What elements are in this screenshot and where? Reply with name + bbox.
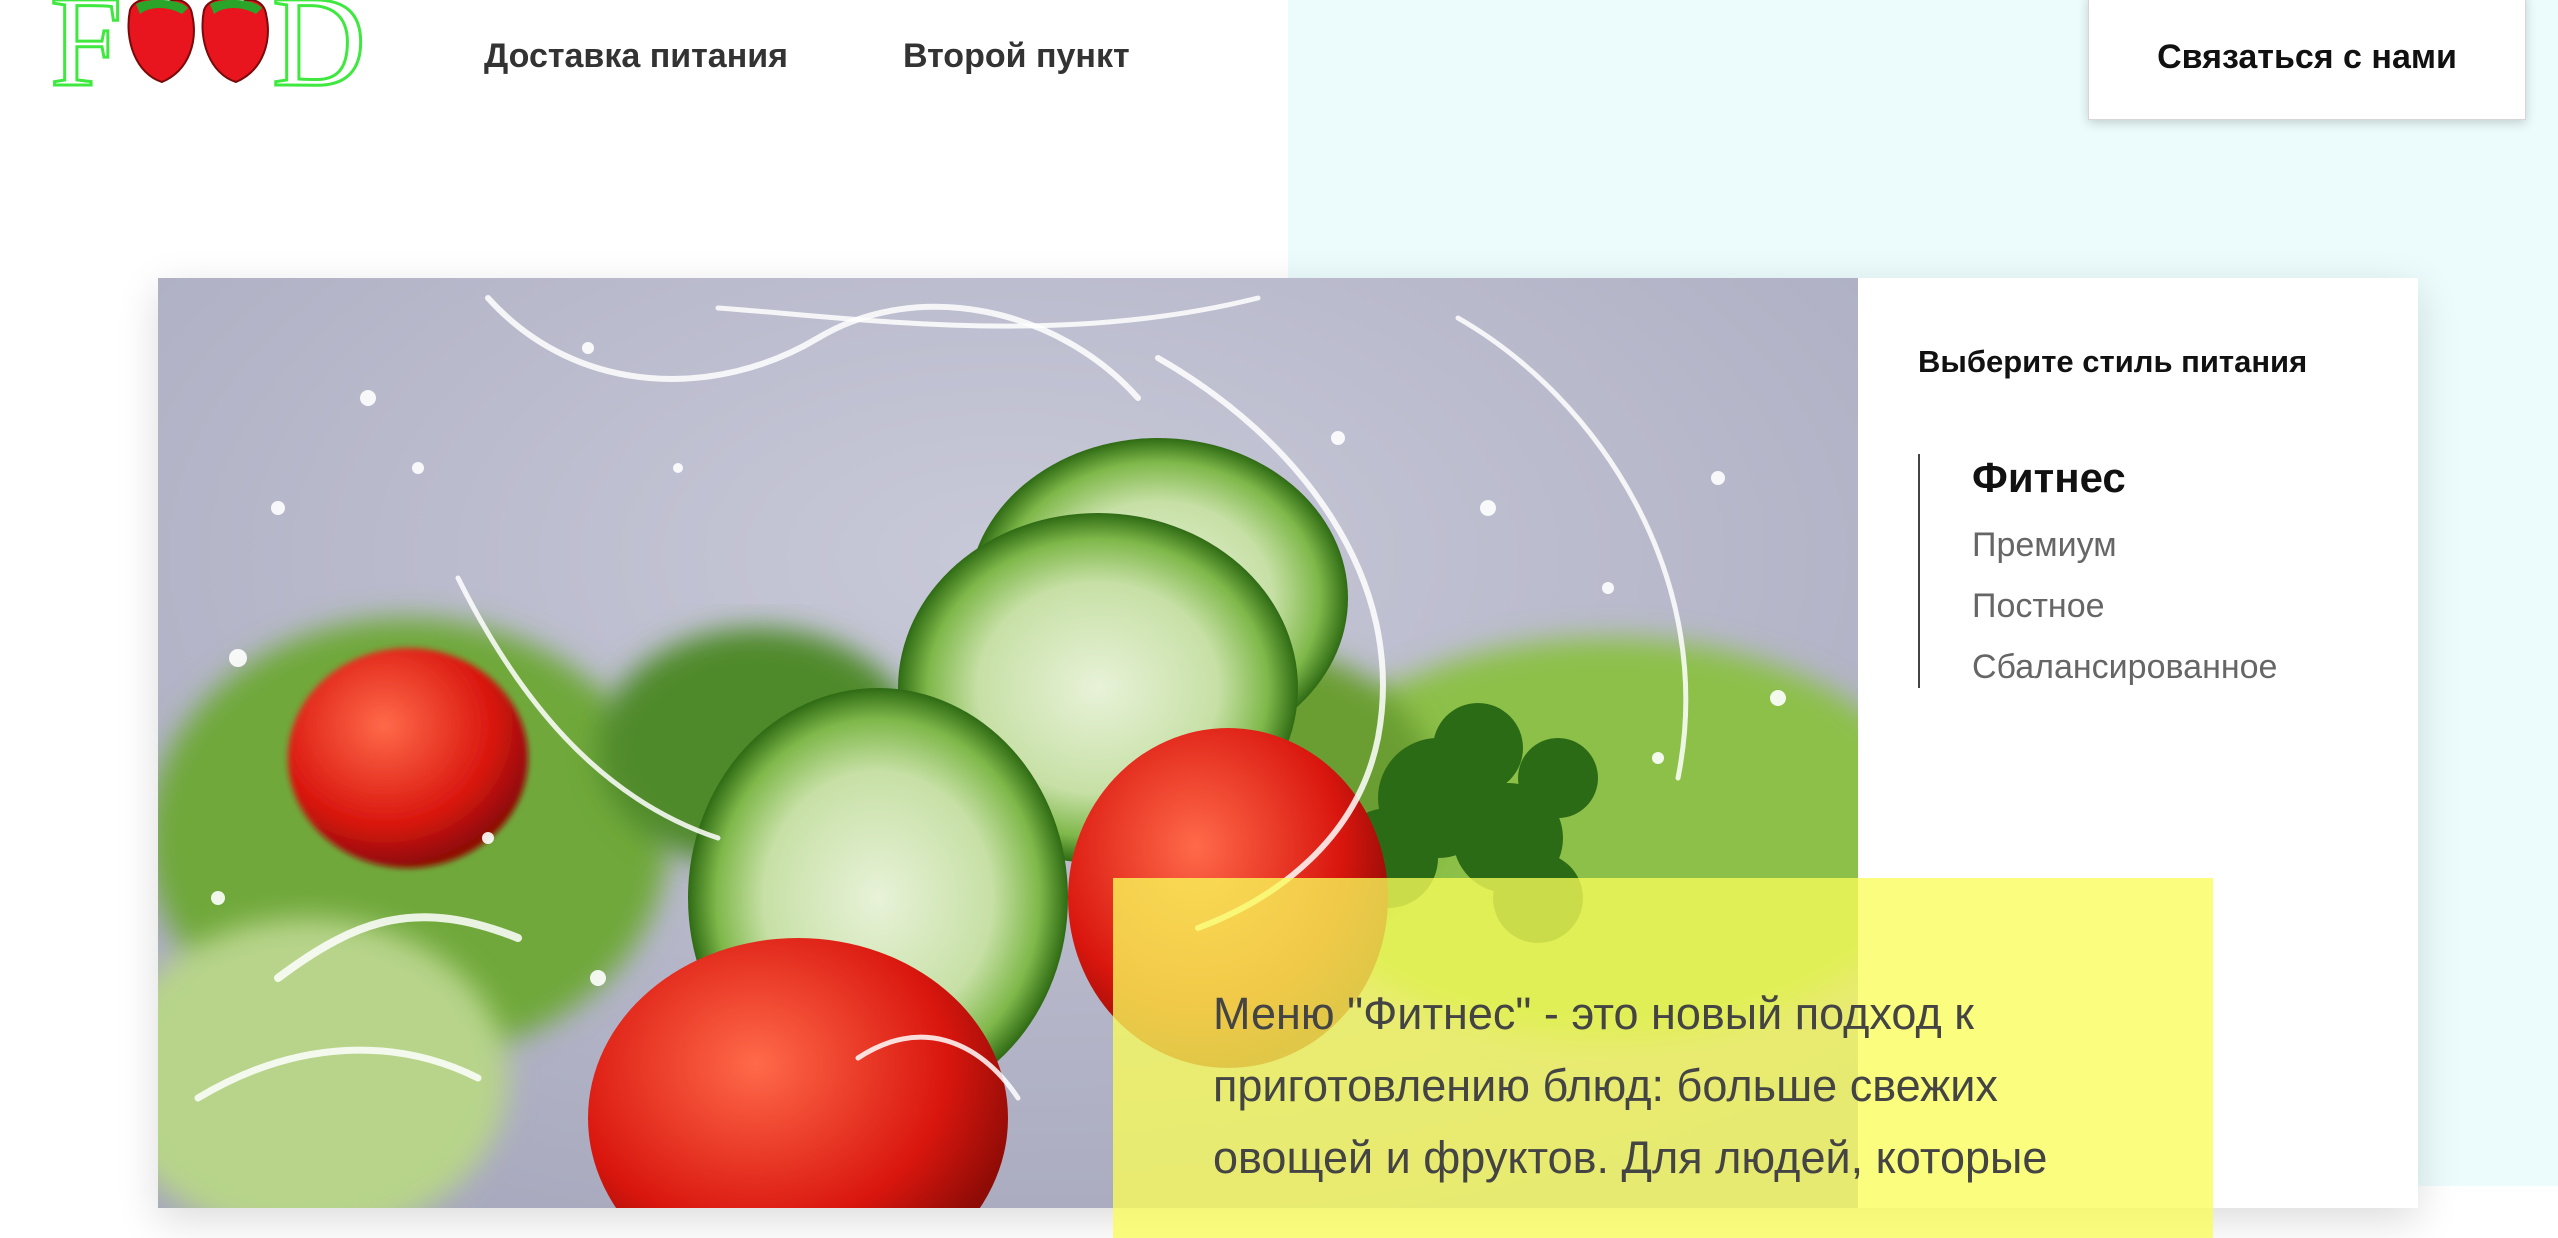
menu-item-fitness[interactable]: Фитнес xyxy=(1972,454,2126,502)
menu-description-box: Меню "Фитнес" - это новый подход к приго… xyxy=(1113,878,2213,1238)
nav-link-delivery[interactable]: Доставка питания xyxy=(484,30,788,82)
panel-title: Выберите стиль питания xyxy=(1918,344,2308,379)
logo-letter-f: F xyxy=(50,0,122,100)
food-logo[interactable]: F D xyxy=(50,0,390,100)
contact-button[interactable]: Связаться с нами xyxy=(2088,0,2526,120)
menu-item-lenten[interactable]: Постное xyxy=(1972,587,2105,626)
pepper-icon xyxy=(201,0,269,84)
menu-item-balanced[interactable]: Сбалансированное xyxy=(1972,648,2277,687)
pepper-icon xyxy=(127,0,195,84)
nav-link-second[interactable]: Второй пункт xyxy=(903,30,1130,82)
food-style-card: Выберите стиль питания Фитнес Премиум По… xyxy=(158,278,2418,1238)
menu-description-text: Меню "Фитнес" - это новый подход к приго… xyxy=(1213,988,2048,1183)
logo-letter-d: D xyxy=(272,0,366,100)
diet-style-menu: Фитнес Премиум Постное Сбалансированное xyxy=(1918,454,2360,688)
menu-item-premium[interactable]: Премиум xyxy=(1972,526,2117,565)
